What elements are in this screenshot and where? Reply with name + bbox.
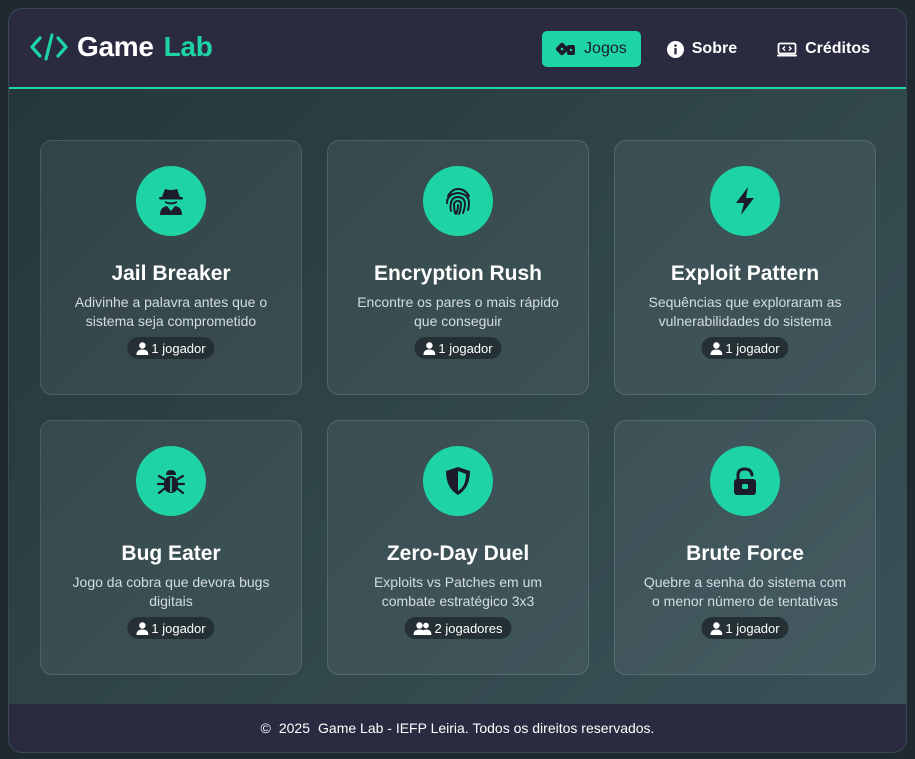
players-label: 2 jogadores xyxy=(434,620,503,636)
games-grid: Jail Breaker Adivinhe a palavra antes qu… xyxy=(40,140,876,675)
header: Game Lab Jogos Sobre Créditos xyxy=(9,9,906,89)
user-icon xyxy=(136,621,149,635)
nav-creditos-label: Créditos xyxy=(805,40,870,57)
game-title: Bug Eater xyxy=(121,542,221,565)
players-label: 1 jogador xyxy=(725,340,780,356)
shield-icon xyxy=(446,467,470,495)
copyright-text: Game Lab - IEFP Leiria. Todos os direito… xyxy=(318,720,655,736)
credits-icon xyxy=(777,42,798,56)
nav-jogos-label: Jogos xyxy=(584,40,627,57)
game-card-zero-day-duel[interactable]: Zero-Day Duel Exploits vs Patches em um … xyxy=(327,420,589,675)
game-description: Jogo da cobra que devora bugs digitais xyxy=(72,574,270,609)
players-badge: 1 jogador xyxy=(127,617,215,639)
players-badge: 1 jogador xyxy=(701,337,789,359)
game-description: Sequências que exploraram as vulnerabili… xyxy=(648,294,842,329)
players-badge: 2 jogadores xyxy=(404,617,512,639)
card-icon-circle xyxy=(423,446,493,516)
users-icon xyxy=(413,621,432,635)
game-card-bug-eater[interactable]: Bug Eater Jogo da cobra que devora bugs … xyxy=(40,420,302,675)
logo-accent: Lab xyxy=(163,31,213,62)
players-badge: 1 jogador xyxy=(127,337,215,359)
players-badge: 1 jogador xyxy=(414,337,502,359)
footer: © 2025 Game Lab - IEFP Leiria. Todos os … xyxy=(9,704,906,752)
info-icon xyxy=(666,40,684,58)
players-label: 1 jogador xyxy=(438,340,493,356)
copyright-year: 2025 xyxy=(278,720,311,736)
code-icon xyxy=(30,33,68,61)
game-title: Jail Breaker xyxy=(111,262,231,285)
game-card-jail-breaker[interactable]: Jail Breaker Adivinhe a palavra antes qu… xyxy=(40,140,302,395)
game-title: Brute Force xyxy=(686,542,804,565)
players-badge: 1 jogador xyxy=(701,617,789,639)
nav-creditos[interactable]: Créditos xyxy=(763,31,884,67)
game-card-brute-force[interactable]: Brute Force Quebre a senha do sistema co… xyxy=(614,420,876,675)
game-card-exploit-pattern[interactable]: Exploit Pattern Sequências que explorara… xyxy=(614,140,876,395)
copyright-symbol: © xyxy=(260,720,271,736)
user-icon xyxy=(136,341,149,355)
game-description: Adivinhe a palavra antes que o sistema s… xyxy=(74,294,268,329)
game-description: Quebre a senha do sistema com o menor nú… xyxy=(643,574,847,609)
unlock-icon xyxy=(734,467,756,495)
bolt-icon xyxy=(736,187,754,215)
nav-sobre-label: Sobre xyxy=(691,40,738,57)
fingerprint-icon xyxy=(446,187,471,215)
card-icon-circle xyxy=(136,446,206,516)
card-icon-circle xyxy=(710,166,780,236)
app-window: Game Lab Jogos Sobre Créditos Jail Break… xyxy=(8,8,907,753)
players-label: 1 jogador xyxy=(725,620,780,636)
logo-word: Game xyxy=(77,31,154,62)
nav-jogos[interactable]: Jogos xyxy=(542,31,641,67)
user-icon xyxy=(423,341,436,355)
game-title: Exploit Pattern xyxy=(670,262,820,285)
players-label: 1 jogador xyxy=(151,620,206,636)
bug-icon xyxy=(156,470,186,495)
logo[interactable]: Game Lab xyxy=(29,31,213,63)
game-card-encryption-rush[interactable]: Encryption Rush Encontre os pares o mais… xyxy=(327,140,589,395)
spy-icon xyxy=(159,189,183,215)
user-icon xyxy=(710,341,723,355)
card-icon-circle xyxy=(423,166,493,236)
card-icon-circle xyxy=(710,446,780,516)
main-nav: Jogos Sobre Créditos xyxy=(542,31,884,67)
card-icon-circle xyxy=(136,166,206,236)
dice-icon xyxy=(556,42,576,56)
game-description: Exploits vs Patches em um combate estrat… xyxy=(373,574,543,609)
user-icon xyxy=(710,621,723,635)
nav-sobre[interactable]: Sobre xyxy=(653,31,751,67)
game-description: Encontre os pares o mais rápido que cons… xyxy=(357,294,559,329)
game-title: Encryption Rush xyxy=(373,262,542,285)
players-label: 1 jogador xyxy=(151,340,206,356)
game-title: Zero-Day Duel xyxy=(386,542,530,565)
